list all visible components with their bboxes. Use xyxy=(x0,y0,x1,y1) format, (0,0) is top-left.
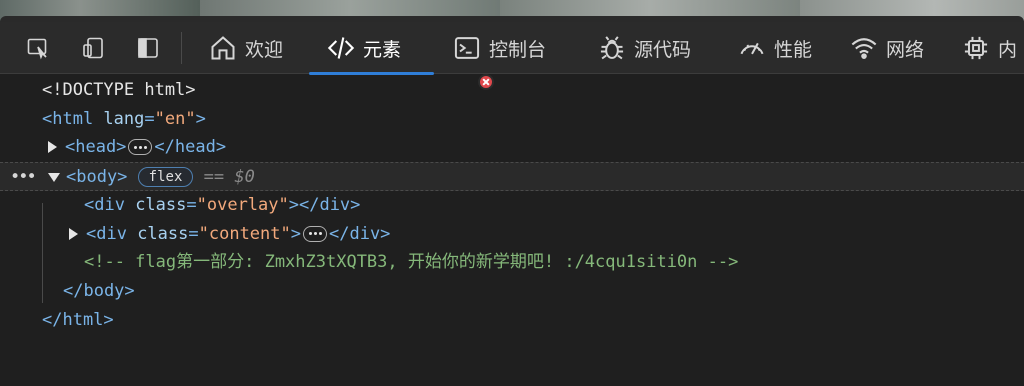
bug-icon xyxy=(600,36,624,60)
sidebar-panel-icon xyxy=(138,38,158,58)
attr-value: "overlay" xyxy=(196,194,289,215)
tab-label: 元素 xyxy=(363,38,402,61)
head-node[interactable]: <head> </head> xyxy=(0,133,1024,162)
comment-text: <!-- flag第一部分: ZmxhZ3tXQTB3, 开始你的新学期吧! :… xyxy=(84,252,739,273)
gauge-icon xyxy=(740,42,764,55)
attr-value: "en" xyxy=(154,108,196,129)
tab-performance[interactable]: 性能 xyxy=(738,22,812,74)
collapse-triangle-icon[interactable] xyxy=(48,172,60,182)
doctype-text: <!DOCTYPE html> xyxy=(42,80,196,100)
device-emulation-button[interactable] xyxy=(78,34,108,62)
tab-memory[interactable]: 内 xyxy=(962,22,1017,74)
inspect-element-button[interactable] xyxy=(23,34,53,62)
tab-label: 内 xyxy=(998,38,1018,61)
tag-close: </html> xyxy=(42,309,114,330)
attr-name: class xyxy=(126,223,189,244)
toolbar-separator xyxy=(181,32,182,64)
tag-name: <body> xyxy=(66,167,128,188)
tag-bracket: > xyxy=(290,223,301,244)
tag-name: <html xyxy=(42,108,94,129)
tab-label: 控制台 xyxy=(489,38,547,61)
page-preview-strip xyxy=(0,0,1024,22)
attr-eq: = xyxy=(144,108,155,129)
div-content-node[interactable]: <div class="content"> </div> xyxy=(0,220,1024,249)
tab-label: 网络 xyxy=(886,38,925,61)
doctype-node[interactable]: <!DOCTYPE html> xyxy=(0,76,1024,105)
chip-icon xyxy=(964,36,988,60)
attr-name: lang xyxy=(93,108,145,129)
attr-value: "content" xyxy=(198,223,291,244)
more-options-icon[interactable]: ••• xyxy=(10,163,37,192)
expand-triangle-icon[interactable] xyxy=(69,227,78,240)
active-tab-indicator xyxy=(309,72,434,75)
tab-label: 性能 xyxy=(774,38,813,61)
collapsed-children-icon[interactable] xyxy=(303,225,327,242)
code-icon xyxy=(327,37,355,59)
tab-label: 源代码 xyxy=(634,38,692,61)
flex-badge[interactable]: flex xyxy=(137,167,194,188)
body-node[interactable]: ••• <body> flex == $0 xyxy=(0,162,1024,191)
tag-name: <div xyxy=(84,194,125,215)
expand-triangle-icon[interactable] xyxy=(48,141,57,154)
tag-name: <head> xyxy=(65,137,127,158)
div-overlay-node[interactable]: <div class="overlay"></div> xyxy=(0,191,1024,220)
collapsed-children-icon[interactable] xyxy=(128,139,153,156)
tab-label: 欢迎 xyxy=(245,38,284,61)
body-close-node[interactable]: </body> xyxy=(0,277,1024,306)
indent-guide xyxy=(42,203,43,303)
attr-name: class xyxy=(124,194,187,215)
tag-bracket: > xyxy=(195,108,206,129)
tab-sources[interactable]: 源代码 xyxy=(598,22,691,74)
selected-marker: == $0 xyxy=(203,167,255,188)
html-node[interactable]: <html lang="en"> xyxy=(0,105,1024,134)
html-close-node[interactable]: </html> xyxy=(0,306,1024,335)
inspect-icon xyxy=(27,38,47,60)
tag-close: </head> xyxy=(154,137,227,158)
tab-welcome[interactable]: 欢迎 xyxy=(209,22,283,74)
tag-name: <div xyxy=(86,223,127,244)
wifi-icon xyxy=(851,38,877,59)
tag-close: </body> xyxy=(63,280,135,301)
tab-console[interactable]: 控制台 xyxy=(453,22,546,74)
tag-close: </div> xyxy=(329,223,391,244)
tab-elements[interactable]: 元素 xyxy=(309,22,434,75)
dock-side-button[interactable] xyxy=(133,34,163,62)
comment-node[interactable]: <!-- flag第一部分: ZmxhZ3tXQTB3, 开始你的新学期吧! :… xyxy=(0,248,1024,277)
devtools-toolbar: 欢迎 元素 控制台 源代码 性能 网络 内 xyxy=(0,22,1024,90)
console-icon xyxy=(454,37,480,59)
tag-close: ></div> xyxy=(288,194,361,215)
home-icon xyxy=(211,36,235,60)
tab-network[interactable]: 网络 xyxy=(850,22,924,74)
device-icon xyxy=(83,37,103,59)
